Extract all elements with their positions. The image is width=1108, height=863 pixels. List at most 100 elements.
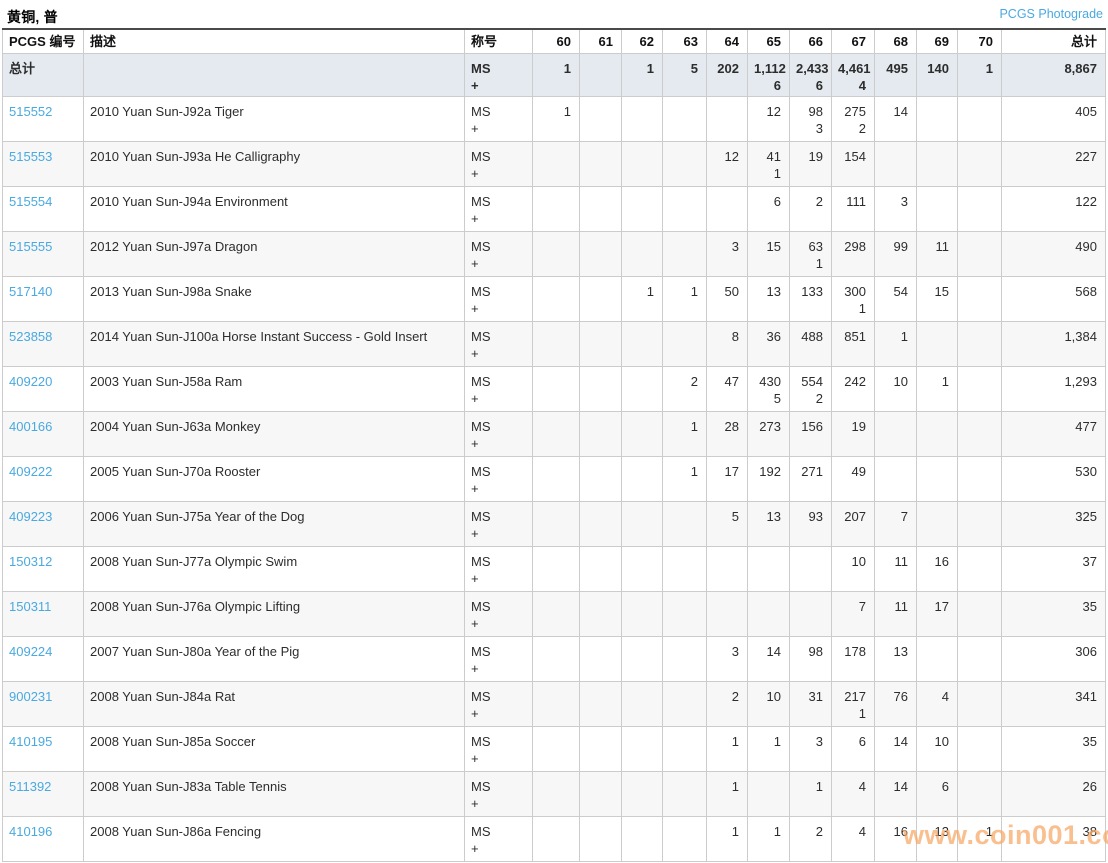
grade-count: 1 bbox=[754, 823, 781, 840]
col-header-68: 68 bbox=[875, 29, 917, 54]
pcgs-number-link[interactable]: 523858 bbox=[9, 329, 52, 344]
grade-count: 554 bbox=[796, 373, 823, 390]
grade-cell-69: 6 bbox=[917, 772, 958, 817]
designation-plus: + bbox=[471, 795, 526, 812]
grade-cell-64: 1 bbox=[707, 817, 748, 862]
grade-cell-63: 1 bbox=[663, 457, 707, 502]
grade-cell-70 bbox=[958, 457, 1002, 502]
grade-count: 207 bbox=[838, 508, 866, 525]
grade-cell-68: 76 bbox=[875, 682, 917, 727]
row-total: 325 bbox=[1002, 502, 1106, 547]
pcgs-number-cell: 515555 bbox=[3, 232, 84, 277]
grade-count: 50 bbox=[713, 283, 739, 300]
grade-cell-69 bbox=[917, 502, 958, 547]
grade-cell-61 bbox=[580, 502, 622, 547]
grade-cell-67: 298 bbox=[832, 232, 875, 277]
grade-cell-67: 154 bbox=[832, 142, 875, 187]
table-row: 9002312008 Yuan Sun-J84a RatMS+210312171… bbox=[3, 682, 1106, 727]
pcgs-number-link[interactable]: 150312 bbox=[9, 554, 52, 569]
grade-count: 154 bbox=[838, 148, 866, 165]
grade-cell-64: 202 bbox=[707, 54, 748, 97]
grade-cell-65: 411 bbox=[748, 142, 790, 187]
grade-cell-65: 192 bbox=[748, 457, 790, 502]
grade-cell-65: 13 bbox=[748, 502, 790, 547]
grade-count: 3 bbox=[713, 643, 739, 660]
plus-count: 6 bbox=[754, 77, 781, 94]
grade-cell-66: 1 bbox=[790, 772, 832, 817]
grade-count: 13 bbox=[754, 508, 781, 525]
designation-cell: MS+ bbox=[465, 637, 533, 682]
grade-cell-62 bbox=[622, 412, 663, 457]
pcgs-number-cell: 410195 bbox=[3, 727, 84, 772]
pcgs-number-link[interactable]: 409224 bbox=[9, 644, 52, 659]
pcgs-number-link[interactable]: 515553 bbox=[9, 149, 52, 164]
pcgs-number-link[interactable]: 410195 bbox=[9, 734, 52, 749]
grade-cell-68 bbox=[875, 457, 917, 502]
col-header-61: 61 bbox=[580, 29, 622, 54]
grade-count: 16 bbox=[881, 823, 908, 840]
pcgs-number-link[interactable]: 150311 bbox=[9, 599, 51, 614]
designation-cell: MS+ bbox=[465, 232, 533, 277]
coin-description: 2008 Yuan Sun-J77a Olympic Swim bbox=[84, 547, 465, 592]
pcgs-number-link[interactable]: 517140 bbox=[9, 284, 52, 299]
grade-cell-63 bbox=[663, 592, 707, 637]
grade-count: 11 bbox=[881, 598, 908, 615]
pcgs-number-link[interactable]: 900231 bbox=[9, 689, 52, 704]
grade-cell-69 bbox=[917, 187, 958, 232]
designation-plus: + bbox=[471, 570, 526, 587]
grade-cell-64: 12 bbox=[707, 142, 748, 187]
pcgs-number-link[interactable]: 409220 bbox=[9, 374, 52, 389]
grade-cell-66: 31 bbox=[790, 682, 832, 727]
pcgs-number-link[interactable]: 515554 bbox=[9, 194, 52, 209]
designation-plus: + bbox=[471, 165, 526, 182]
grade-cell-63 bbox=[663, 682, 707, 727]
grade-cell-67: 10 bbox=[832, 547, 875, 592]
pcgs-number-link[interactable]: 511392 bbox=[9, 779, 51, 794]
grade-count: 1 bbox=[628, 283, 654, 300]
pcgs-number-link[interactable]: 400166 bbox=[9, 419, 52, 434]
grade-count: 1 bbox=[964, 60, 993, 77]
pcgs-number-link[interactable]: 410196 bbox=[9, 824, 52, 839]
designation-cell: MS+ bbox=[465, 772, 533, 817]
grade-cell-66: 2,4336 bbox=[790, 54, 832, 97]
grade-cell-64: 47 bbox=[707, 367, 748, 412]
table-body: 5155522010 Yuan Sun-J92a TigerMS+1129832… bbox=[3, 97, 1106, 862]
grade-count: 13 bbox=[923, 823, 949, 840]
grade-cell-64 bbox=[707, 592, 748, 637]
coin-description: 2008 Yuan Sun-J83a Table Tennis bbox=[84, 772, 465, 817]
grade-count: 31 bbox=[796, 688, 823, 705]
grade-cell-62 bbox=[622, 637, 663, 682]
table-row: 5155542010 Yuan Sun-J94a EnvironmentMS+6… bbox=[3, 187, 1106, 232]
pcgs-number-link[interactable]: 515555 bbox=[9, 239, 52, 254]
designation-ms: MS bbox=[471, 103, 526, 120]
designation-plus: + bbox=[471, 300, 526, 317]
pcgs-number-link[interactable]: 515552 bbox=[9, 104, 52, 119]
grade-count: 430 bbox=[754, 373, 781, 390]
pcgs-number-link[interactable]: 409223 bbox=[9, 509, 52, 524]
grade-cell-66: 19 bbox=[790, 142, 832, 187]
grade-cell-65: 1 bbox=[748, 817, 790, 862]
designation-cell: MS+ bbox=[465, 592, 533, 637]
photograde-link[interactable]: PCGS Photograde bbox=[999, 7, 1103, 21]
pcgs-number-cell: 517140 bbox=[3, 277, 84, 322]
grade-cell-62 bbox=[622, 322, 663, 367]
grade-cell-63 bbox=[663, 637, 707, 682]
grade-cell-61 bbox=[580, 187, 622, 232]
grade-count: 1 bbox=[713, 778, 739, 795]
grade-cell-69: 16 bbox=[917, 547, 958, 592]
plus-count: 5 bbox=[754, 390, 781, 407]
pcgs-number-link[interactable]: 409222 bbox=[9, 464, 52, 479]
coin-description: 2003 Yuan Sun-J58a Ram bbox=[84, 367, 465, 412]
grade-cell-60 bbox=[533, 502, 580, 547]
designation-ms: MS bbox=[471, 193, 526, 210]
designation-plus: + bbox=[471, 750, 526, 767]
designation-ms: MS bbox=[471, 778, 526, 795]
grade-cell-61 bbox=[580, 412, 622, 457]
col-header-62: 62 bbox=[622, 29, 663, 54]
grade-cell-60 bbox=[533, 322, 580, 367]
grade-cell-60 bbox=[533, 817, 580, 862]
designation-cell: MS+ bbox=[465, 277, 533, 322]
designation-ms: MS bbox=[471, 508, 526, 525]
pcgs-number-cell: 511392 bbox=[3, 772, 84, 817]
table-row: 4092222005 Yuan Sun-J70a RoosterMS+11719… bbox=[3, 457, 1106, 502]
